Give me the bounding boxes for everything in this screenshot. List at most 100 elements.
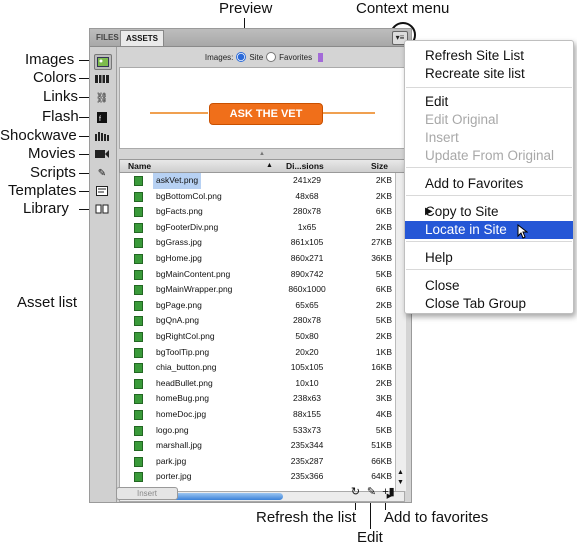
menu-separator xyxy=(406,269,572,270)
asset-dimensions: 280x78 xyxy=(293,206,321,217)
menu-separator xyxy=(406,241,572,242)
sort-asc-icon[interactable]: ▲ xyxy=(266,162,273,169)
callout-templates: Templates xyxy=(8,182,77,199)
menu-separator xyxy=(406,87,572,88)
shockwave-icon[interactable] xyxy=(94,129,110,143)
movies-icon[interactable] xyxy=(94,147,110,161)
image-file-icon xyxy=(134,300,143,311)
callout-library: Library xyxy=(23,200,69,217)
flash-icon[interactable]: f xyxy=(94,110,110,124)
menu-item-help[interactable]: Help xyxy=(405,249,573,267)
asset-name: chia_button.png xyxy=(156,362,217,373)
image-file-icon xyxy=(134,363,143,374)
asset-name: marshall.jpg xyxy=(156,440,202,451)
image-file-icon xyxy=(134,456,143,467)
asset-name: homeBug.png xyxy=(156,393,209,404)
menu-item-refresh-site-list[interactable]: Refresh Site List xyxy=(405,47,573,65)
list-item[interactable]: bgPage.png 65x65 2KB xyxy=(120,298,396,314)
menu-item-insert: Insert xyxy=(405,129,573,147)
menu-item-locate-in-site[interactable]: Locate in Site xyxy=(405,221,573,239)
asset-size: 2KB xyxy=(375,221,392,232)
list-item[interactable]: bgFacts.png 280x78 6KB xyxy=(120,204,396,220)
asset-size: 36KB xyxy=(371,253,392,263)
add-to-favorites-icon[interactable]: +▮ xyxy=(382,486,395,499)
menu-item-close-tab-group[interactable]: Close Tab Group xyxy=(405,295,573,313)
callout-links: Links xyxy=(43,88,79,105)
asset-dimensions: 280x78 xyxy=(293,315,321,326)
list-item[interactable]: homeBug.png 238x63 3KB xyxy=(120,391,396,407)
column-size[interactable]: Size xyxy=(371,161,388,171)
asset-size: 2KB xyxy=(375,377,392,388)
list-item[interactable]: park.jpg 235x287 66KB xyxy=(120,454,396,470)
asset-size: 6KB xyxy=(375,206,392,217)
asset-size: 5KB xyxy=(375,315,392,326)
asset-list: askVet.png 241x29 2KB bgBottomCol.png 48x68 2… xyxy=(119,173,396,491)
asset-dimensions: 88x155 xyxy=(293,409,321,419)
mouse-cursor-icon xyxy=(517,223,529,244)
list-item[interactable]: bgGrass.jpg 861x105 27KB xyxy=(120,235,396,251)
asset-name: bgFooterDiv.png xyxy=(156,221,219,232)
image-file-icon xyxy=(134,222,143,233)
preview-resize-handle[interactable]: ▲ xyxy=(257,151,267,157)
list-item[interactable]: marshall.jpg 235x344 51KB xyxy=(120,438,396,454)
list-item[interactable]: logo.png 533x73 5KB xyxy=(120,423,396,439)
tab-assets[interactable]: ASSETS xyxy=(120,30,165,46)
image-file-icon xyxy=(134,332,143,342)
asset-name: bgRightCol.png xyxy=(156,331,215,341)
callout-context-menu: Context menu xyxy=(356,0,450,17)
assets-content: Images: Site Favorites ASK THE VET ▲ Nam… xyxy=(117,47,411,502)
callout-edit: Edit xyxy=(357,529,383,546)
site-radio[interactable] xyxy=(236,52,247,62)
menu-item-recreate-site-list[interactable]: Recreate site list xyxy=(405,65,573,83)
list-item[interactable]: homeDoc.jpg 88x155 4KB xyxy=(120,407,396,423)
asset-size: 51KB xyxy=(371,440,392,451)
templates-icon[interactable] xyxy=(94,184,110,198)
list-item[interactable]: bgMainWrapper.png 860x1000 6KB xyxy=(120,282,396,298)
list-item[interactable]: askVet.png 241x29 2KB xyxy=(120,173,396,189)
links-icon[interactable]: ⛓ xyxy=(94,91,110,105)
column-dimensions[interactable]: Di...sions xyxy=(286,161,324,171)
list-item[interactable]: bgQnA.png 280x78 5KB xyxy=(120,313,396,329)
menu-item-edit[interactable]: Edit xyxy=(405,93,573,111)
list-item[interactable]: bgHome.jpg 860x271 36KB xyxy=(120,251,396,267)
scroll-up-arrow[interactable]: ▲ xyxy=(397,469,404,476)
library-icon[interactable] xyxy=(94,202,110,216)
asset-size: 1KB xyxy=(375,346,392,357)
list-item[interactable]: porter.jpg 235x366 64KB xyxy=(120,469,396,485)
colors-icon[interactable] xyxy=(94,72,110,86)
menu-separator xyxy=(406,167,572,168)
list-item[interactable]: bgFooterDiv.png 1x65 2KB xyxy=(120,220,396,236)
menu-item-copy-to-site[interactable]: Copy to Site ▶ xyxy=(405,203,573,221)
edit-icon[interactable]: ✎ xyxy=(365,486,378,499)
insert-button[interactable]: Insert xyxy=(116,487,178,500)
image-file-icon xyxy=(134,410,143,420)
callout-scripts: Scripts xyxy=(30,164,76,181)
image-file-icon xyxy=(134,269,143,280)
asset-size: 27KB xyxy=(371,237,392,248)
images-icon[interactable] xyxy=(94,54,112,70)
favorites-radio[interactable] xyxy=(266,52,277,62)
menu-item-label: Close Tab Group xyxy=(425,296,527,311)
list-item[interactable]: headBullet.png 10x10 2KB xyxy=(120,376,396,392)
refresh-icon[interactable]: ↻ xyxy=(349,486,362,499)
asset-size: 64KB xyxy=(371,471,392,482)
asset-dimensions: 860x271 xyxy=(290,253,324,263)
tab-files[interactable]: FILES xyxy=(91,30,124,45)
asset-name: bgGrass.jpg xyxy=(156,237,202,248)
asset-dimensions: 48x68 xyxy=(295,190,319,201)
svg-text:f: f xyxy=(99,116,101,123)
list-item[interactable]: bgBottomCol.png 48x68 2KB xyxy=(120,189,396,205)
list-item[interactable]: bgMainContent.png 890x742 5KB xyxy=(120,267,396,283)
asset-size: 2KB xyxy=(375,190,392,201)
list-item[interactable]: chia_button.png 105x105 16KB xyxy=(120,360,396,376)
menu-item-add-to-favorites[interactable]: Add to Favorites xyxy=(405,175,573,193)
list-item[interactable]: bgToolTip.png 20x20 1KB xyxy=(120,345,396,361)
asset-dimensions: 860x1000 xyxy=(288,284,326,295)
asset-dimensions: 105x105 xyxy=(290,362,324,373)
asset-size: 6KB xyxy=(375,284,392,295)
scripts-icon[interactable]: ✎ xyxy=(94,166,110,180)
list-item[interactable]: bgRightCol.png 50x80 2KB xyxy=(120,329,396,345)
menu-item-close[interactable]: Close xyxy=(405,277,573,295)
image-file-icon xyxy=(134,254,143,264)
column-name[interactable]: Name xyxy=(128,161,151,171)
